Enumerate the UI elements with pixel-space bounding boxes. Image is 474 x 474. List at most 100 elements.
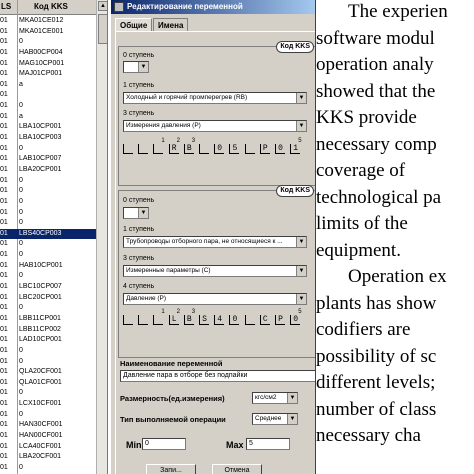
code-character-cell[interactable]: 5 (229, 144, 240, 154)
step-3-select[interactable]: Измерения давления (P) ▼ (123, 120, 307, 132)
chevron-down-icon[interactable]: ▼ (287, 393, 297, 403)
table-row[interactable]: 01 0 (0, 186, 96, 197)
step-1-select[interactable]: Трубопроводы отборного пара, не относящи… (123, 236, 307, 248)
chevron-down-icon[interactable]: ▼ (296, 237, 306, 247)
table-row[interactable]: 01 0 (0, 176, 96, 187)
code-character-cell[interactable]: B (183, 144, 194, 154)
code-character-cell[interactable]: 0 (290, 315, 301, 325)
code-character-cell[interactable]: P (275, 315, 285, 325)
table-row[interactable]: 01 MAG10CP001 (0, 59, 96, 70)
code-character-cell[interactable] (138, 144, 149, 154)
code-character-cell[interactable] (123, 144, 133, 154)
table-row[interactable]: 01 LBB11CP001 (0, 314, 96, 325)
window-titlebar[interactable]: Редактирование переменной (111, 0, 315, 14)
table-row[interactable]: 01 MKA01CE012 (0, 16, 96, 27)
table-row[interactable]: 01 LBA10CP001 (0, 122, 96, 133)
chevron-down-icon[interactable]: ▼ (296, 121, 306, 131)
table-row[interactable]: 01 a (0, 80, 96, 91)
chevron-down-icon[interactable]: ▼ (296, 294, 306, 304)
table-row[interactable]: 01 0 (0, 303, 96, 314)
step-3-select[interactable]: Измеренные параметры (C) ▼ (123, 265, 307, 277)
code-character-cell[interactable] (244, 144, 255, 154)
code-character-cell[interactable]: 0 (214, 144, 225, 154)
table-row[interactable]: 01 0 (0, 346, 96, 357)
code-character-cell[interactable] (153, 144, 164, 154)
min-input[interactable]: 0 (142, 438, 186, 450)
code-character-cell[interactable] (153, 315, 164, 325)
table-row[interactable]: 01 HAN30CF001 (0, 420, 96, 431)
table-row[interactable]: 01 0 (0, 250, 96, 261)
chevron-down-icon[interactable]: ▼ (287, 414, 297, 424)
step-0-select[interactable]: ▼ (123, 207, 149, 219)
table-row[interactable]: 01 0 (0, 463, 96, 474)
table-row[interactable]: 01 LCX10CF001 (0, 399, 96, 410)
variable-name-input[interactable]: Давление пара в отборе без подпайки (120, 370, 315, 382)
ls-cell: 01 (0, 176, 8, 184)
code-character-cell[interactable] (123, 315, 133, 325)
scroll-up-button[interactable]: ▲ (98, 1, 107, 11)
code-character-cell[interactable] (138, 315, 149, 325)
table-row[interactable]: 01 LBA20CF001 (0, 452, 96, 463)
table-vertical-scrollbar[interactable]: ▲ (96, 0, 107, 474)
table-row[interactable]: 01 0 (0, 410, 96, 421)
table-row[interactable]: 01 LBC10CP007 (0, 282, 96, 293)
step-1-select[interactable]: Холодный и горячий промперегрев (RB) ▼ (123, 92, 307, 104)
table-row[interactable]: 01 0 (0, 357, 96, 368)
table-row[interactable]: 01 (0, 90, 96, 101)
column-header-ls[interactable]: LS (1, 2, 11, 11)
table-row[interactable]: 01 LCA40CF001 (0, 442, 96, 453)
table-row[interactable]: 01 LBB11CP002 (0, 325, 96, 336)
code-character-cell[interactable]: 0 (229, 315, 240, 325)
code-character-cell[interactable] (244, 315, 255, 325)
step-0-select[interactable]: ▼ (123, 61, 149, 73)
column-header-kks-code[interactable]: Код KKS (34, 2, 68, 11)
cancel-button[interactable]: Отмена (212, 464, 262, 474)
table-row[interactable]: 01 0 (0, 101, 96, 112)
table-row[interactable]: 01 0 (0, 239, 96, 250)
table-row[interactable]: 01 MAJ01CP001 (0, 69, 96, 80)
table-row[interactable]: 01 QLA20CF001 (0, 367, 96, 378)
code-character-cell[interactable] (199, 144, 209, 154)
chevron-down-icon[interactable]: ▼ (138, 62, 148, 72)
step-4-select[interactable]: Давление (P) ▼ (123, 293, 307, 305)
table-row[interactable]: 01 0 (0, 144, 96, 155)
tab-general[interactable]: Общие (115, 18, 153, 32)
max-input[interactable]: 5 (246, 438, 290, 450)
table-row[interactable]: 01 0 (0, 218, 96, 229)
save-button[interactable]: Запи... (146, 464, 196, 474)
table-row[interactable]: 01 QLA01CF001 (0, 378, 96, 389)
table-row[interactable]: 01 LBA20CP001 (0, 165, 96, 176)
dimension-select[interactable]: кгс/см2 ▼ (252, 392, 298, 404)
table-row[interactable]: 01 LAD10CP001 (0, 335, 96, 346)
code-character-cell[interactable]: 4 (214, 315, 225, 325)
kks-code-cells: 12R3B05P051 (123, 138, 313, 154)
code-character-cell[interactable]: L (168, 315, 179, 325)
code-character-cell[interactable]: 0 (275, 144, 285, 154)
code-character-cell[interactable]: R (168, 144, 179, 154)
code-character-cell[interactable]: 1 (290, 144, 301, 154)
code-character-cell[interactable]: B (183, 315, 194, 325)
table-row[interactable]: 01 LBS40CP003 (0, 228, 96, 240)
table-row[interactable]: 01 HAB10CP001 (0, 261, 96, 272)
chevron-down-icon[interactable]: ▼ (296, 266, 306, 276)
table-row[interactable]: 01 LBA10CP003 (0, 133, 96, 144)
table-row[interactable]: 01 HAB00CP004 (0, 48, 96, 59)
scroll-thumb[interactable] (98, 14, 107, 44)
operation-type-select[interactable]: Среднее ▼ (252, 413, 298, 425)
table-row[interactable]: 01 0 (0, 208, 96, 219)
table-row[interactable]: 01 a (0, 112, 96, 123)
table-row[interactable]: 01 0 (0, 388, 96, 399)
chevron-down-icon[interactable]: ▼ (296, 93, 306, 103)
chevron-down-icon[interactable]: ▼ (138, 208, 148, 218)
table-row[interactable]: 01 MKA01CE001 (0, 27, 96, 38)
code-character-cell[interactable]: P (259, 144, 270, 154)
tab-names[interactable]: Имена (153, 18, 189, 32)
table-row[interactable]: 01 0 (0, 271, 96, 282)
table-row[interactable]: 01 0 (0, 37, 96, 48)
code-character-cell[interactable]: C (259, 315, 270, 325)
table-row[interactable]: 01 HAN00CF001 (0, 431, 96, 442)
table-row[interactable]: 01 LBC20CP001 (0, 293, 96, 304)
code-character-cell[interactable]: S (199, 315, 209, 325)
table-row[interactable]: 01 LAB10CP007 (0, 154, 96, 165)
table-row[interactable]: 01 0 (0, 197, 96, 208)
